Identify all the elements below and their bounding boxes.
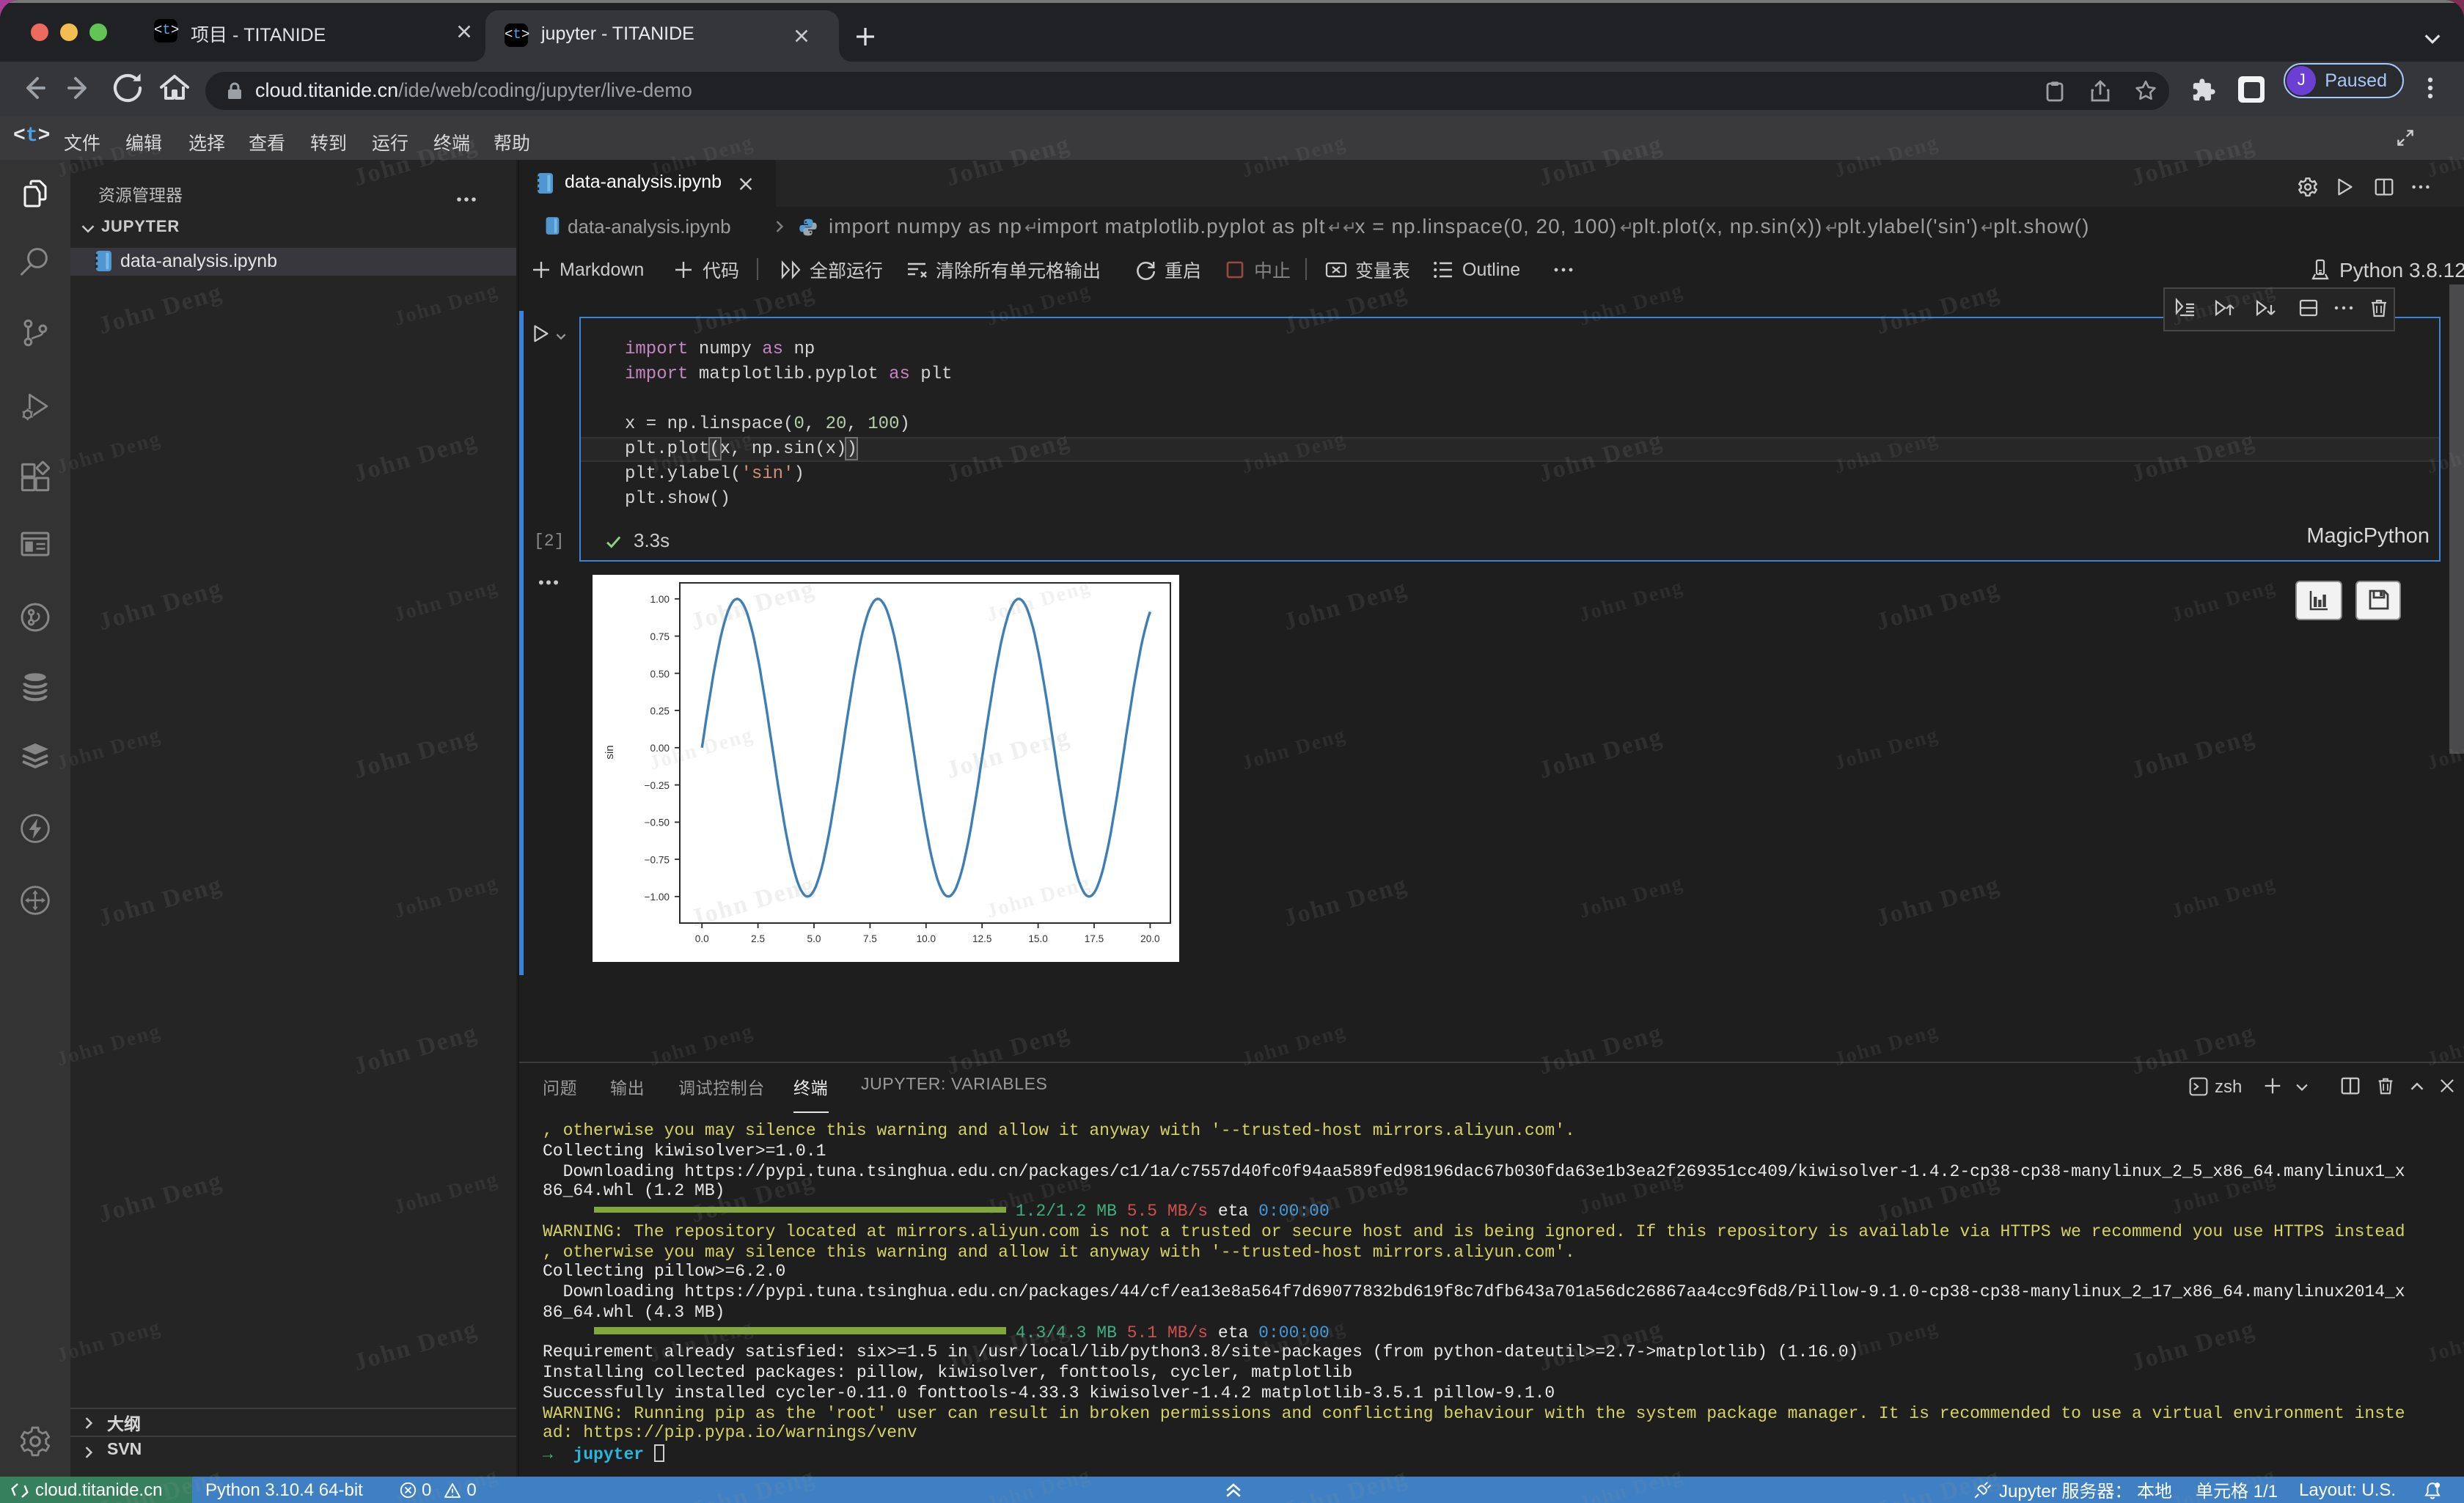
svg-text:−0.50: −0.50 (645, 817, 670, 828)
svg-text:0.25: 0.25 (650, 705, 670, 716)
svg-text:7.5: 7.5 (863, 933, 877, 944)
svg-text:sin: sin (604, 745, 616, 759)
svg-text:0.00: 0.00 (650, 743, 670, 754)
svg-text:0.50: 0.50 (650, 669, 670, 680)
svg-text:−0.25: −0.25 (645, 780, 670, 791)
svg-text:2.5: 2.5 (751, 933, 765, 944)
svg-text:20.0: 20.0 (1140, 933, 1160, 944)
svg-text:−0.75: −0.75 (645, 854, 670, 865)
svg-text:17.5: 17.5 (1085, 933, 1104, 944)
svg-text:0.0: 0.0 (695, 933, 709, 944)
svg-text:−1.00: −1.00 (645, 892, 670, 903)
svg-text:10.0: 10.0 (917, 933, 936, 944)
svg-text:0.75: 0.75 (650, 631, 670, 642)
svg-text:5.0: 5.0 (807, 933, 821, 944)
svg-text:1.00: 1.00 (650, 594, 670, 605)
svg-text:12.5: 12.5 (972, 933, 991, 944)
svg-text:15.0: 15.0 (1028, 933, 1048, 944)
